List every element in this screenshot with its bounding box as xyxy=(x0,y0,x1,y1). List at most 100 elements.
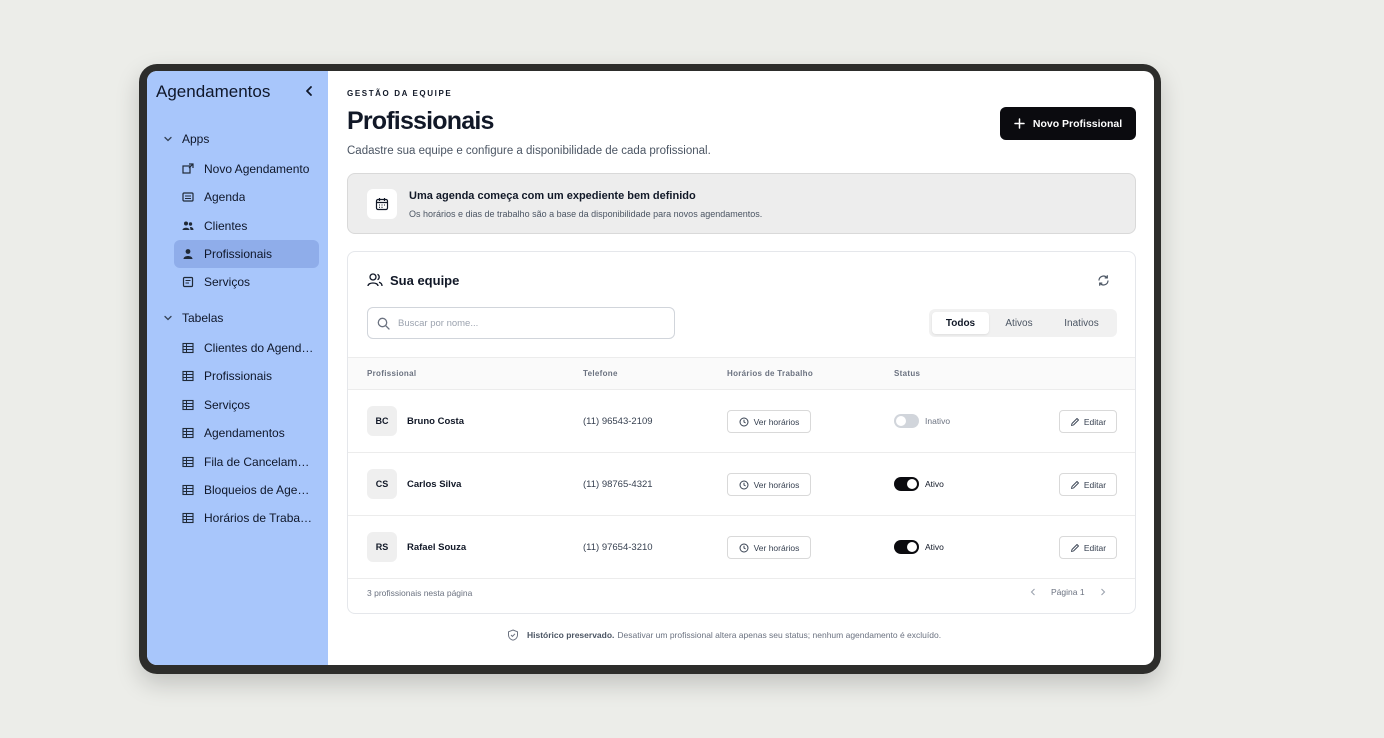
view-hours-button[interactable]: Ver horários xyxy=(727,410,811,433)
sidebar-item-table-fila-cancelamento[interactable]: Fila de Cancelamento xyxy=(174,448,319,476)
sidebar-item-table-servicos[interactable]: Serviços xyxy=(174,391,319,419)
view-hours-label: Ver horários xyxy=(753,542,800,553)
clock-icon xyxy=(739,417,749,426)
calendar-icon xyxy=(375,198,389,211)
sidebar-item-label: Clientes xyxy=(204,219,248,233)
team-card-title: Sua equipe xyxy=(390,272,460,288)
banner-icon-box xyxy=(367,189,397,219)
page-indicator: Página 1 xyxy=(1051,587,1085,597)
status-toggle[interactable] xyxy=(894,477,919,491)
view-hours-button[interactable]: Ver horários xyxy=(727,536,811,559)
device-frame: Agendamentos Apps Novo Agendamento Agend… xyxy=(139,64,1161,674)
column-header-horarios: Horários de Trabalho xyxy=(727,369,814,378)
avatar: RS xyxy=(367,532,397,562)
edit-button[interactable]: Editar xyxy=(1059,410,1117,433)
search-field[interactable] xyxy=(367,307,675,339)
sidebar-item-agenda[interactable]: Agenda xyxy=(174,183,319,211)
users-outline-icon xyxy=(367,273,383,287)
sidebar-item-label: Serviços xyxy=(204,398,251,412)
sidebar-item-table-agendamentos[interactable]: Agendamentos xyxy=(174,419,319,447)
team-card-header: Sua equipe xyxy=(367,272,459,288)
results-count: 3 profissionais nesta página xyxy=(367,588,473,598)
chevron-left-icon xyxy=(306,86,312,96)
table-icon xyxy=(182,427,194,439)
plus-icon xyxy=(1014,118,1025,129)
user-icon xyxy=(183,249,193,259)
professional-name: Rafael Souza xyxy=(407,542,467,553)
table-row: CS Carlos Silva (11) 98765-4321 Ver horá… xyxy=(348,453,1135,516)
document-icon xyxy=(182,276,194,288)
sidebar-section-label: Tabelas xyxy=(182,311,224,325)
status-filter: Todos Ativos Inativos xyxy=(929,309,1117,337)
filter-ativos[interactable]: Ativos xyxy=(989,312,1049,334)
sidebar-item-label: Serviços xyxy=(204,275,251,289)
sidebar-item-table-bloqueios-agenda[interactable]: Bloqueios de Agenda xyxy=(174,476,319,504)
edit-button[interactable]: Editar xyxy=(1059,473,1117,496)
sidebar-item-label: Agendamentos xyxy=(204,426,285,440)
sidebar-item-label: Agenda xyxy=(204,190,246,204)
edit-button[interactable]: Editar xyxy=(1059,536,1117,559)
sidebar-item-table-clientes-agendamento[interactable]: Clientes do Agendamento xyxy=(174,334,319,362)
refresh-icon xyxy=(1097,274,1109,286)
page-eyebrow: GESTÃO DA EQUIPE xyxy=(347,89,453,98)
table-icon xyxy=(182,512,194,524)
refresh-button[interactable] xyxy=(1095,272,1111,288)
edit-label: Editar xyxy=(1083,479,1107,490)
sidebar: Agendamentos Apps Novo Agendamento Agend… xyxy=(147,71,328,665)
app-screen: Agendamentos Apps Novo Agendamento Agend… xyxy=(147,71,1154,665)
new-professional-label: Novo Profissional xyxy=(1032,117,1123,130)
view-hours-button[interactable]: Ver horários xyxy=(727,473,811,496)
history-note-strong: Histórico preservado. xyxy=(527,630,615,640)
table-header: Profissional Telefone Horários de Trabal… xyxy=(348,357,1135,390)
clock-icon xyxy=(739,480,749,489)
sidebar-item-label: Novo Agendamento xyxy=(204,162,310,176)
sidebar-item-clientes[interactable]: Clientes xyxy=(174,212,319,240)
column-header-telefone: Telefone xyxy=(583,369,618,378)
banner-description: Os horários e dias de trabalho são a bas… xyxy=(409,209,763,219)
sidebar-item-label: Fila de Cancelamento xyxy=(204,455,314,469)
sidebar-item-label: Horários de Trabalho xyxy=(204,511,314,525)
pencil-icon xyxy=(1070,543,1079,552)
sidebar-item-profissionais[interactable]: Profissionais xyxy=(174,240,319,268)
sidebar-item-label: Clientes do Agendamento xyxy=(204,341,314,355)
professional-phone: (11) 96543-2109 xyxy=(583,416,653,427)
table-icon xyxy=(182,342,194,354)
sidebar-section-tabelas[interactable]: Tabelas xyxy=(160,308,223,328)
table-icon xyxy=(182,456,194,468)
sidebar-item-label: Bloqueios de Agenda xyxy=(204,483,314,497)
collapse-sidebar-button[interactable] xyxy=(300,82,318,100)
previous-page-button[interactable] xyxy=(1025,584,1041,600)
pencil-icon xyxy=(1070,480,1079,489)
view-hours-label: Ver horários xyxy=(753,416,800,427)
table-icon xyxy=(182,399,194,411)
sidebar-item-novo-agendamento[interactable]: Novo Agendamento xyxy=(174,155,319,183)
sidebar-item-table-horarios-trabalho[interactable]: Horários de Trabalho xyxy=(174,504,319,532)
sidebar-item-label: Profissionais xyxy=(204,369,273,383)
table-row: BC Bruno Costa (11) 96543-2109 Ver horár… xyxy=(348,390,1135,453)
pagination: Página 1 xyxy=(1025,584,1111,600)
chevron-down-icon xyxy=(164,315,172,321)
chevron-left-icon xyxy=(1030,588,1035,596)
edit-label: Editar xyxy=(1083,542,1107,553)
table-icon xyxy=(182,370,194,382)
status-toggle[interactable] xyxy=(894,414,919,428)
column-header-profissional: Profissional xyxy=(367,369,417,378)
next-page-button[interactable] xyxy=(1095,584,1111,600)
search-input[interactable] xyxy=(398,317,648,329)
sidebar-item-table-profissionais[interactable]: Profissionais xyxy=(174,362,319,390)
sidebar-item-label: Profissionais xyxy=(204,247,273,261)
new-professional-button[interactable]: Novo Profissional xyxy=(1000,107,1136,140)
chevron-down-icon xyxy=(164,136,172,142)
professional-name: Carlos Silva xyxy=(407,479,462,490)
avatar: CS xyxy=(367,469,397,499)
filter-todos[interactable]: Todos xyxy=(932,312,989,334)
status-label: Inativo xyxy=(925,416,951,426)
page-subtitle: Cadastre sua equipe e configure a dispon… xyxy=(347,145,711,157)
sidebar-item-servicos[interactable]: Serviços xyxy=(174,268,319,296)
professional-phone: (11) 97654-3210 xyxy=(583,542,653,553)
avatar: BC xyxy=(367,406,397,436)
professional-phone: (11) 98765-4321 xyxy=(583,479,653,490)
status-toggle[interactable] xyxy=(894,540,919,554)
filter-inativos[interactable]: Inativos xyxy=(1049,312,1114,334)
sidebar-section-apps[interactable]: Apps xyxy=(160,129,209,149)
